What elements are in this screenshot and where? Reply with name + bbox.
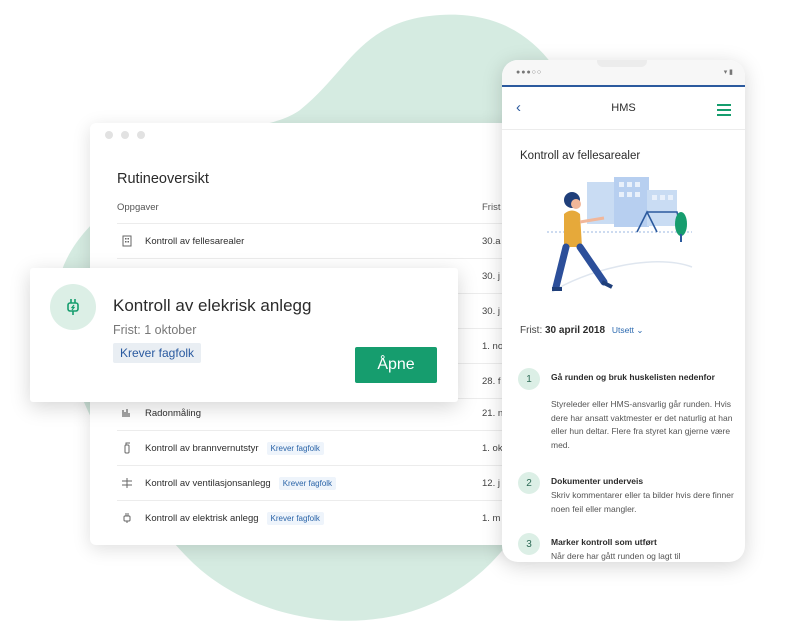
task-name: Kontroll av fellesarealer bbox=[145, 235, 245, 247]
column-header-due: Frist bbox=[482, 202, 501, 213]
task-heading: Kontroll av fellesarealer bbox=[520, 150, 641, 162]
task-due: 1. ok bbox=[482, 442, 503, 454]
task-due: 21. n bbox=[482, 407, 504, 419]
menu-icon[interactable] bbox=[717, 104, 731, 119]
step-body: Når dere har gått runden og lagt til bbox=[551, 551, 681, 561]
step-number: 1 bbox=[518, 368, 540, 390]
table-row[interactable]: Kontroll av brannvernutstyr Krever fagfo… bbox=[117, 431, 540, 465]
status-badge: Krever fagfolk bbox=[266, 511, 324, 525]
task-due: 30. j bbox=[482, 270, 500, 282]
status-badge: Krever fagfolk bbox=[278, 476, 337, 490]
due-date: 30 april 2018 bbox=[545, 325, 606, 336]
status-bar: ●●●○○ ▾ ▮ bbox=[502, 60, 745, 87]
app-header: ‹ HMS bbox=[502, 87, 745, 130]
phone-notch bbox=[597, 60, 647, 67]
step-title: Dokumenter underveis bbox=[551, 476, 644, 486]
due-date-row: Frist: 30 april 2018 Utsett ⌄ bbox=[520, 325, 644, 336]
task-name: Radonmåling bbox=[145, 407, 201, 419]
radon-icon bbox=[122, 409, 130, 417]
step-number: 2 bbox=[518, 472, 540, 494]
window-dot[interactable] bbox=[105, 131, 113, 139]
signal-icon: ●●●○○ bbox=[516, 69, 543, 76]
plug-icon bbox=[50, 284, 96, 330]
step-number: 3 bbox=[518, 533, 540, 555]
building-icon bbox=[122, 235, 132, 247]
task-due: 12. j bbox=[482, 477, 500, 489]
phone-mockup: ●●●○○ ▾ ▮ ‹ HMS Kontroll av fellesareale… bbox=[502, 60, 745, 562]
open-button[interactable]: Åpne bbox=[355, 347, 437, 383]
page-title: Rutineoversikt bbox=[117, 171, 209, 187]
table-row[interactable]: Kontroll av elektrisk anlegg Krever fagf… bbox=[117, 501, 540, 535]
task-name: Kontroll av ventilasjonsanlegg bbox=[145, 477, 271, 489]
app-title: HMS bbox=[611, 102, 636, 114]
postpone-link[interactable]: Utsett ⌄ bbox=[612, 325, 644, 335]
fire-extinguisher-icon bbox=[124, 442, 130, 454]
task-due: 28. f bbox=[482, 375, 501, 387]
window-controls bbox=[105, 131, 145, 139]
card-title: Kontroll av elekrisk anlegg bbox=[113, 296, 312, 315]
step-title: Gå runden og bruk huskelisten nedenfor bbox=[551, 372, 715, 382]
plug-icon bbox=[123, 513, 131, 523]
task-detail-card: Kontroll av elekrisk anlegg Frist: 1 okt… bbox=[30, 268, 458, 402]
window-dot[interactable] bbox=[137, 131, 145, 139]
column-header-tasks: Oppgaver bbox=[117, 202, 159, 213]
status-badge: Krever fagfolk bbox=[113, 343, 202, 363]
ventilation-icon bbox=[122, 478, 132, 488]
battery-icon: ▾ ▮ bbox=[723, 69, 733, 76]
card-due: Frist: 1 oktober bbox=[113, 323, 197, 337]
step-body: Styreleder eller HMS-ansvarlig går runde… bbox=[551, 399, 733, 450]
task-due: 30.a bbox=[482, 235, 501, 247]
step-body: Skriv kommentarer eller ta bilder hvis d… bbox=[551, 490, 734, 514]
step-title: Marker kontroll som utført bbox=[551, 537, 657, 547]
status-badge: Krever fagfolk bbox=[266, 441, 324, 455]
table-row[interactable]: Kontroll av ventilasjonsanlegg Krever fa… bbox=[117, 466, 540, 500]
window-dot[interactable] bbox=[121, 131, 129, 139]
task-name: Kontroll av brannvernutstyr bbox=[145, 442, 259, 454]
inspection-illustration bbox=[547, 177, 693, 293]
task-due: 1. no bbox=[482, 340, 504, 352]
due-prefix: Frist: bbox=[520, 325, 545, 336]
task-name: Kontroll av elektrisk anlegg bbox=[145, 512, 259, 524]
task-due: 30. j bbox=[482, 305, 500, 317]
table-row[interactable]: Kontroll av fellesarealer 30.a bbox=[117, 224, 540, 258]
task-due: 1. m bbox=[482, 512, 501, 524]
